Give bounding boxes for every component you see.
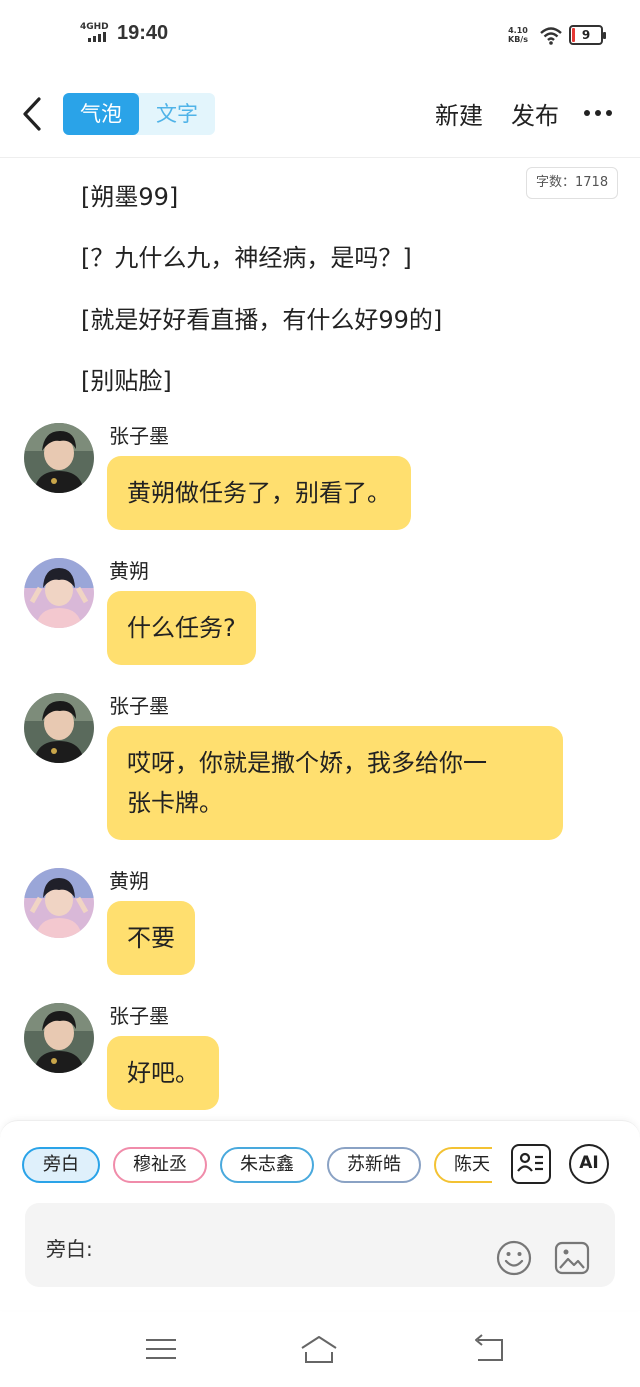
publish-button[interactable]: 发布	[511, 96, 559, 131]
speaker-name: 张子墨	[109, 424, 169, 448]
narration-line[interactable]: [就是好好看直播，有什么好99的]	[81, 300, 442, 335]
new-button[interactable]: 新建	[435, 96, 483, 131]
network-speed-value: 4.10	[508, 26, 528, 35]
input-speaker-label: 旁白:	[46, 1237, 93, 1261]
message-input-box: 旁白:	[25, 1203, 615, 1287]
app-header: 气泡 文字 新建 发布	[0, 78, 640, 158]
character-chip[interactable]: 穆祉丞	[113, 1147, 207, 1183]
home-icon[interactable]	[299, 1332, 339, 1366]
word-count-badge: 字数：1718	[526, 167, 619, 199]
character-chip-narrator[interactable]: 旁白	[22, 1147, 100, 1183]
network-speed: 4.10 KB/s	[508, 26, 528, 44]
emoji-icon[interactable]	[495, 1239, 533, 1277]
chat-bubble[interactable]: 好吧。	[107, 1036, 219, 1110]
speaker-name: 黄朔	[109, 559, 149, 583]
chat-bubble[interactable]: 不要	[107, 901, 195, 975]
character-chip[interactable]: 苏新皓	[327, 1147, 421, 1183]
system-nav-bar	[0, 1312, 640, 1387]
avatar[interactable]	[24, 1003, 94, 1073]
chat-bubble-text: 好吧。	[127, 1059, 199, 1087]
speaker-name: 张子墨	[109, 1004, 169, 1028]
avatar[interactable]	[24, 693, 94, 763]
chat-bubble-text: 张卡牌。	[127, 789, 223, 817]
network-speed-unit: KB/s	[508, 35, 528, 44]
network-type: 4GHD	[80, 22, 109, 32]
image-icon[interactable]	[553, 1239, 591, 1277]
character-chip[interactable]: 朱志鑫	[220, 1147, 314, 1183]
chat-bubble-text: 不要	[127, 924, 175, 952]
narration-line[interactable]: [别贴脸]	[81, 361, 172, 396]
avatar[interactable]	[24, 423, 94, 493]
back-icon[interactable]	[18, 94, 48, 134]
contact-card-icon[interactable]	[511, 1144, 551, 1184]
narration-line[interactable]: [？九什么九，神经病，是吗？]	[81, 238, 412, 273]
wifi-icon	[540, 27, 562, 45]
avatar[interactable]	[24, 868, 94, 938]
narration-line[interactable]: [朔墨99]	[81, 177, 178, 212]
chat-bubble[interactable]: 哎呀，你就是撒个娇，我多给你一 张卡牌。	[107, 726, 563, 840]
chat-bubble[interactable]: 什么任务?	[107, 591, 256, 665]
tab-bubble[interactable]: 气泡	[63, 93, 139, 135]
character-selector: 旁白 穆祉丞 朱志鑫 苏新皓 陈天	[22, 1147, 492, 1185]
mode-toggle: 气泡 文字	[63, 93, 215, 135]
battery-icon: 9	[569, 25, 606, 45]
tab-text[interactable]: 文字	[139, 93, 215, 135]
message-input[interactable]	[105, 1225, 485, 1265]
chat-bubble-text: 哎呀，你就是撒个娇，我多给你一	[127, 749, 487, 777]
more-icon[interactable]	[584, 108, 614, 118]
status-bar: 4GHD 19:40 4.10 KB/s 9	[0, 0, 640, 70]
chat-bubble-text: 什么任务?	[127, 614, 236, 642]
clock: 19:40	[117, 22, 169, 44]
avatar[interactable]	[24, 558, 94, 628]
speaker-name: 张子墨	[109, 694, 169, 718]
menu-icon[interactable]	[142, 1332, 182, 1366]
character-chip[interactable]: 陈天	[434, 1147, 492, 1183]
battery-level-text: 9	[581, 28, 591, 42]
composer-panel: 旁白 穆祉丞 朱志鑫 苏新皓 陈天 AI 旁白:	[0, 1120, 640, 1310]
ai-button[interactable]: AI	[569, 1144, 609, 1184]
speaker-name: 黄朔	[109, 869, 149, 893]
back-nav-icon[interactable]	[468, 1332, 508, 1366]
chat-bubble[interactable]: 黄朔做任务了，别看了。	[107, 456, 411, 530]
chat-bubble-text: 黄朔做任务了，别看了。	[127, 479, 391, 507]
signal-icon	[88, 32, 106, 42]
